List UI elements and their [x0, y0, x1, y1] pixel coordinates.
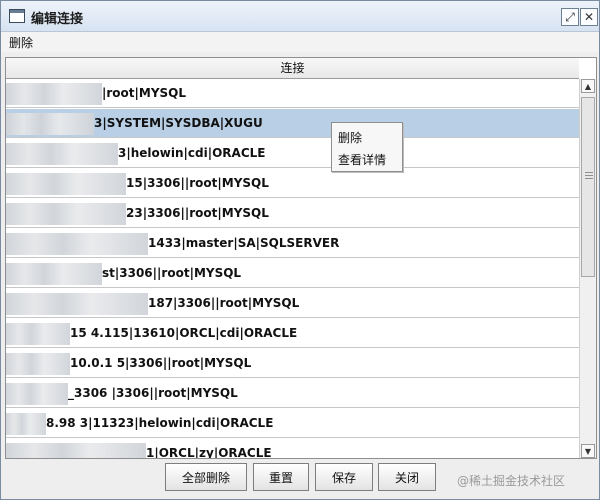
- table-row[interactable]: 15 4.115|13610|ORCL|cdi|ORACLE: [6, 319, 579, 348]
- edit-connection-window: 编辑连接 ⤢ ✕ 删除 连接 |root|MYSQL 3|SYSTEM|SYSD…: [0, 0, 600, 500]
- table-row[interactable]: st|3306||root|MYSQL: [6, 259, 579, 288]
- table-row[interactable]: 187|3306||root|MYSQL: [6, 289, 579, 318]
- table-body: |root|MYSQL 3|SYSTEM|SYSDBA|XUGU 3|helow…: [6, 79, 579, 458]
- menu-bar: 删除: [1, 32, 599, 52]
- table-row[interactable]: 1|ORCL|zy|ORACLE: [6, 439, 579, 458]
- button-bar: 全部删除 重置 保存 关闭 @稀土掘金技术社区: [1, 459, 599, 499]
- scroll-down-icon[interactable]: ▼: [581, 444, 595, 458]
- menu-delete[interactable]: 删除: [9, 34, 33, 51]
- clear-all-button[interactable]: 全部删除: [165, 463, 247, 491]
- table-row[interactable]: 3|helowin|cdi|ORACLE: [6, 139, 579, 168]
- restore-icon[interactable]: ⤢: [561, 8, 579, 26]
- table-row[interactable]: |root|MYSQL: [6, 79, 579, 108]
- table-row[interactable]: 23|3306||root|MYSQL: [6, 199, 579, 228]
- title-bar: 编辑连接 ⤢ ✕: [1, 1, 599, 32]
- close-icon[interactable]: ✕: [580, 8, 598, 26]
- table-row[interactable]: 8.98 3|11323|helowin|cdi|ORACLE: [6, 409, 579, 438]
- window-title: 编辑连接: [31, 12, 84, 27]
- table-row[interactable]: 15|3306||root|MYSQL: [6, 169, 579, 198]
- window-icon: [9, 9, 25, 23]
- context-menu-delete[interactable]: 删除: [338, 129, 362, 146]
- table-row[interactable]: 3|SYSTEM|SYSDBA|XUGU: [6, 109, 579, 138]
- save-button[interactable]: 保存: [315, 463, 373, 491]
- scroll-thumb[interactable]: [581, 97, 595, 277]
- vertical-scrollbar[interactable]: ▲ ▼: [579, 79, 596, 458]
- context-menu-view-details[interactable]: 查看详情: [338, 151, 386, 168]
- context-menu: 删除 查看详情: [331, 122, 403, 172]
- table-row[interactable]: _3306 |3306||root|MYSQL: [6, 379, 579, 408]
- reset-button[interactable]: 重置: [253, 463, 309, 491]
- scroll-up-icon[interactable]: ▲: [581, 79, 595, 93]
- table-row[interactable]: 10.0.1 5|3306||root|MYSQL: [6, 349, 579, 378]
- table-row[interactable]: 1433|master|SA|SQLSERVER: [6, 229, 579, 258]
- close-button[interactable]: 关闭: [378, 463, 436, 491]
- connection-table: 连接 |root|MYSQL 3|SYSTEM|SYSDBA|XUGU 3|he…: [5, 57, 597, 459]
- watermark: @稀土掘金技术社区: [457, 474, 566, 488]
- table-header: 连接: [6, 58, 579, 79]
